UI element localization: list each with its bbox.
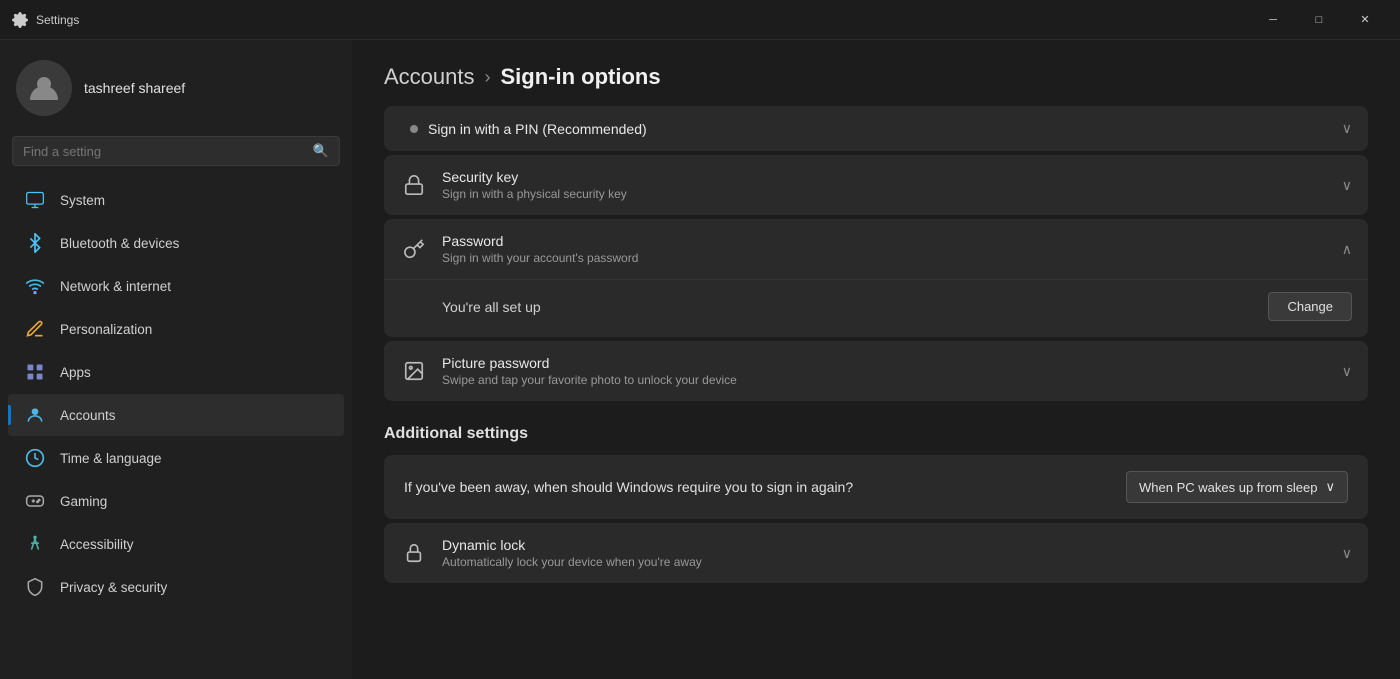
minimize-button[interactable]: ─ — [1250, 4, 1296, 36]
sidebar-item-time[interactable]: Time & language — [8, 437, 344, 479]
password-title: Password — [442, 233, 1328, 249]
content-area: Accounts › Sign-in options Sign in with … — [352, 40, 1400, 679]
dynamic-lock-row: Dynamic lock Automatically lock your dev… — [384, 523, 1368, 583]
sidebar-item-accessibility[interactable]: Accessibility — [8, 523, 344, 565]
breadcrumb-current: Sign-in options — [501, 64, 661, 90]
security-key-title: Security key — [442, 169, 1328, 185]
system-icon — [24, 189, 46, 211]
pin-dot-icon — [410, 125, 418, 133]
password-desc: Sign in with your account's password — [442, 251, 1328, 265]
away-setting-row: If you've been away, when should Windows… — [384, 455, 1368, 519]
avatar — [16, 60, 72, 116]
dynamic-lock-icon — [400, 539, 428, 567]
sidebar-item-apps[interactable]: Apps — [8, 351, 344, 393]
sidebar-item-gaming[interactable]: Gaming — [8, 480, 344, 522]
search-icon: 🔍 — [313, 143, 329, 159]
dynamic-lock-text: Dynamic lock Automatically lock your dev… — [442, 537, 1328, 569]
search-input[interactable] — [23, 144, 305, 159]
sidebar-item-label-system: System — [60, 193, 105, 208]
sidebar-item-label-gaming: Gaming — [60, 494, 107, 509]
pin-chevron-icon: ∨ — [1342, 120, 1352, 136]
main-layout: tashreef shareef 🔍 System Bluetooth & d — [0, 40, 1400, 679]
password-row: Password Sign in with your account's pas… — [384, 219, 1368, 337]
gaming-icon — [24, 490, 46, 512]
sidebar-item-label-personalization: Personalization — [60, 322, 152, 337]
sidebar-item-label-accounts: Accounts — [60, 408, 116, 423]
sidebar-item-label-network: Network & internet — [60, 279, 171, 294]
password-expanded: You're all set up Change — [384, 279, 1368, 337]
password-icon — [400, 235, 428, 263]
apps-icon — [24, 361, 46, 383]
sidebar-item-label-apps: Apps — [60, 365, 91, 380]
breadcrumb-accounts-link[interactable]: Accounts — [384, 64, 475, 90]
picture-password-row: Picture password Swipe and tap your favo… — [384, 341, 1368, 401]
password-text: Password Sign in with your account's pas… — [442, 233, 1328, 265]
picture-password-chevron-icon: ∨ — [1342, 363, 1352, 380]
away-question: If you've been away, when should Windows… — [404, 479, 1126, 495]
sidebar-item-label-accessibility: Accessibility — [60, 537, 134, 552]
picture-password-desc: Swipe and tap your favorite photo to unl… — [442, 373, 1328, 387]
content-inner: Sign in with a PIN (Recommended) ∨ Secur — [352, 106, 1400, 583]
away-dropdown[interactable]: When PC wakes up from sleep ∨ — [1126, 471, 1348, 503]
time-icon — [24, 447, 46, 469]
sidebar-nav: System Bluetooth & devices Network & int… — [0, 178, 352, 609]
change-password-button[interactable]: Change — [1268, 292, 1352, 321]
security-key-chevron-icon: ∨ — [1342, 177, 1352, 194]
security-key-header[interactable]: Security key Sign in with a physical sec… — [384, 155, 1368, 215]
sidebar-item-accounts[interactable]: Accounts — [8, 394, 344, 436]
maximize-button[interactable]: □ — [1296, 4, 1342, 36]
sidebar-item-personalization[interactable]: Personalization — [8, 308, 344, 350]
sidebar-item-label-privacy: Privacy & security — [60, 580, 167, 595]
sidebar-item-label-time: Time & language — [60, 451, 162, 466]
pin-row[interactable]: Sign in with a PIN (Recommended) ∨ — [384, 106, 1368, 151]
sidebar-item-label-bluetooth: Bluetooth & devices — [60, 236, 179, 251]
dynamic-lock-header[interactable]: Dynamic lock Automatically lock your dev… — [384, 523, 1368, 583]
security-key-desc: Sign in with a physical security key — [442, 187, 1328, 201]
accessibility-icon — [24, 533, 46, 555]
sidebar-item-network[interactable]: Network & internet — [8, 265, 344, 307]
security-key-row: Security key Sign in with a physical sec… — [384, 155, 1368, 215]
dynamic-lock-title: Dynamic lock — [442, 537, 1328, 553]
picture-password-header[interactable]: Picture password Swipe and tap your favo… — [384, 341, 1368, 401]
titlebar: Settings ─ □ ✕ — [0, 0, 1400, 40]
password-chevron-icon: ∧ — [1342, 241, 1352, 258]
sidebar-item-privacy[interactable]: Privacy & security — [8, 566, 344, 608]
security-key-text: Security key Sign in with a physical sec… — [442, 169, 1328, 201]
search-box[interactable]: 🔍 — [12, 136, 340, 166]
sidebar: tashreef shareef 🔍 System Bluetooth & d — [0, 40, 352, 679]
breadcrumb: Accounts › Sign-in options — [352, 40, 1400, 106]
away-value: When PC wakes up from sleep — [1139, 480, 1317, 495]
password-status: You're all set up — [442, 299, 541, 315]
pin-title: Sign in with a PIN (Recommended) — [428, 121, 647, 137]
network-icon — [24, 275, 46, 297]
picture-password-title: Picture password — [442, 355, 1328, 371]
additional-settings-label: Additional settings — [384, 405, 1368, 455]
bluetooth-icon — [24, 232, 46, 254]
security-key-icon — [400, 171, 428, 199]
window-controls: ─ □ ✕ — [1250, 4, 1388, 36]
picture-password-icon — [400, 357, 428, 385]
accounts-icon — [24, 404, 46, 426]
window-title: Settings — [36, 13, 1250, 27]
password-header[interactable]: Password Sign in with your account's pas… — [384, 219, 1368, 279]
privacy-icon — [24, 576, 46, 598]
user-name: tashreef shareef — [84, 80, 185, 96]
user-profile: tashreef shareef — [0, 40, 352, 132]
sidebar-item-system[interactable]: System — [8, 179, 344, 221]
search-container: 🔍 — [0, 132, 352, 178]
dynamic-lock-chevron-icon: ∨ — [1342, 545, 1352, 562]
close-button[interactable]: ✕ — [1342, 4, 1388, 36]
sidebar-item-bluetooth[interactable]: Bluetooth & devices — [8, 222, 344, 264]
dynamic-lock-desc: Automatically lock your device when you'… — [442, 555, 1328, 569]
settings-icon — [12, 12, 28, 28]
picture-password-text: Picture password Swipe and tap your favo… — [442, 355, 1328, 387]
breadcrumb-separator: › — [485, 67, 491, 88]
away-dropdown-chevron-icon: ∨ — [1325, 479, 1335, 495]
personalization-icon — [24, 318, 46, 340]
